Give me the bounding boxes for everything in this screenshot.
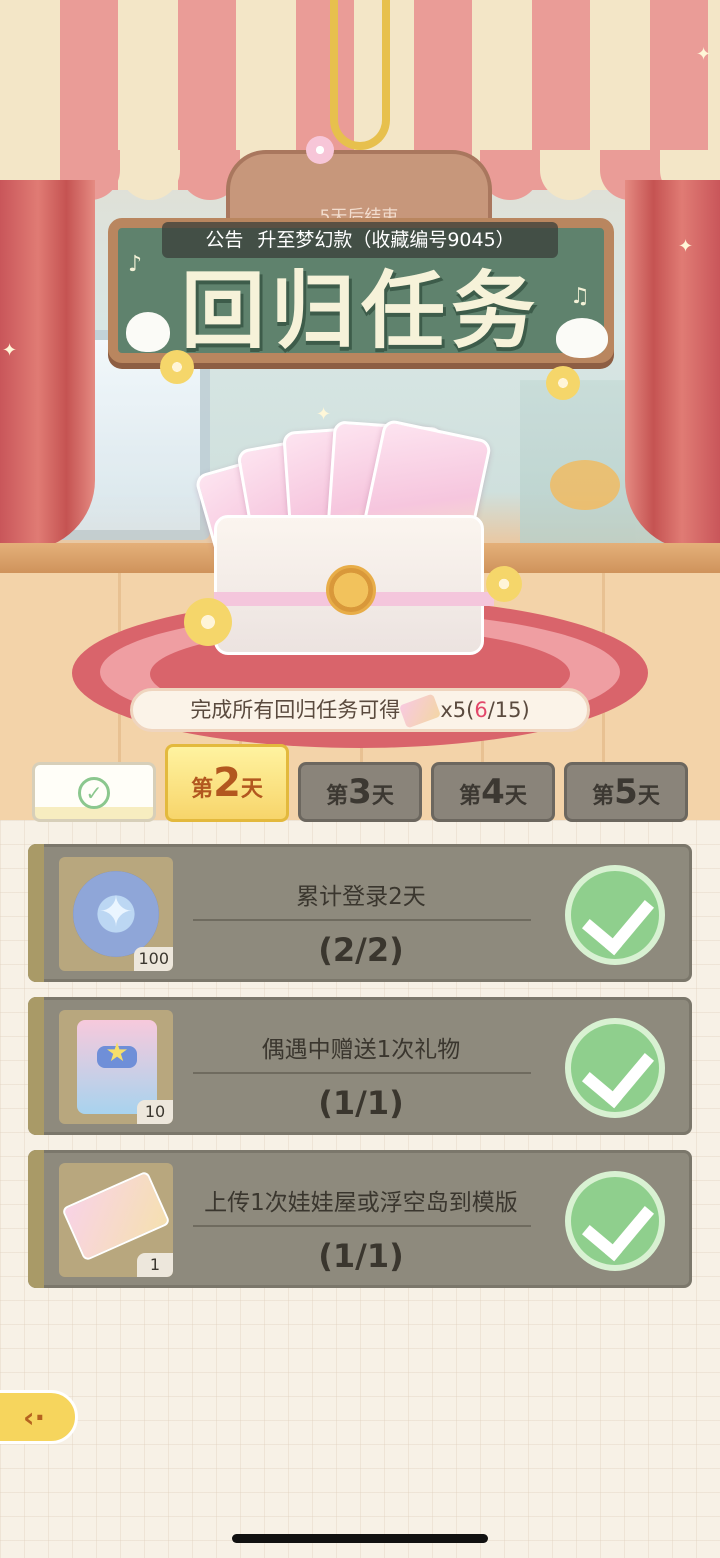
reward-summary: 完成所有回归任务可得 x5(6/15) — [130, 688, 590, 732]
tab-day-3[interactable]: 第3天 — [298, 762, 422, 822]
back-button[interactable]: ‹· — [0, 1390, 78, 1444]
completed-check-icon — [565, 1171, 665, 1271]
reward-text: 完成所有回归任务可得 — [190, 698, 401, 722]
star-icon: ★ — [105, 1038, 129, 1068]
curtain-right — [625, 180, 720, 550]
announcement-text: 升至梦幻款（收藏编号9045） — [257, 229, 515, 251]
tab-day-number: 3 — [348, 772, 372, 812]
task-row: ✦ 100 累计登录2天 (2/2) — [28, 844, 692, 982]
reward-quantity: 100 — [134, 947, 173, 971]
white-bird-icon — [126, 312, 170, 352]
star-coin-icon: ✦ — [73, 871, 159, 957]
reward-item[interactable]: ★ 10 — [59, 1010, 173, 1124]
tab-label-suffix: 天 — [240, 777, 263, 802]
tab-day-2[interactable]: 第2天 — [165, 744, 289, 822]
tab-label-suffix: 天 — [371, 784, 394, 809]
white-bird-icon — [556, 318, 608, 358]
task-progress: (1/1) — [318, 1084, 404, 1122]
sparkle-icon: ✦ — [678, 236, 694, 257]
task-row: 1 上传1次娃娃屋或浮空岛到模版 (1/1) — [28, 1150, 692, 1288]
tab-day-1[interactable]: ✓ — [32, 762, 156, 822]
flower-icon — [306, 136, 334, 164]
divider — [193, 1225, 531, 1227]
task-progress: (1/1) — [318, 1237, 404, 1275]
music-note-icon: ♫ — [570, 284, 590, 309]
reward-multiplier: x5 — [440, 698, 467, 722]
hanging-rope — [330, 0, 390, 150]
divider — [193, 1072, 531, 1074]
tab-day-number: 4 — [481, 772, 505, 812]
tab-label-prefix: 第 — [592, 784, 615, 809]
tab-label-prefix: 第 — [459, 784, 482, 809]
ticket-icon — [399, 693, 442, 729]
back-arrow-icon: ‹· — [23, 1401, 46, 1434]
tab-day-4[interactable]: 第4天 — [431, 762, 555, 822]
task-progress: (2/2) — [318, 931, 404, 969]
music-note-icon: ♪ — [128, 252, 143, 277]
tab-day-number: 2 — [213, 760, 241, 806]
reward-progress-current: 6 — [474, 698, 488, 722]
reward-item[interactable]: ✦ 100 — [59, 857, 173, 971]
home-indicator[interactable] — [232, 1534, 488, 1543]
task-title: 偶遇中赠送1次礼物 — [261, 1037, 461, 1063]
announcement-label: 公告 — [205, 229, 244, 251]
tab-label-prefix: 第 — [326, 784, 349, 809]
event-banner-scene: 5天后结束 回归任务 ♪ ♫ ✦ ✦ ✦ ✦ 公告 升至梦幻款（收藏编号9045）… — [0, 0, 720, 820]
announcement-bar: 公告 升至梦幻款（收藏编号9045） — [162, 222, 558, 258]
reward-quantity: 10 — [137, 1100, 173, 1124]
reward-quantity: 1 — [137, 1253, 173, 1277]
task-row: ★ 10 偶遇中赠送1次礼物 (1/1) — [28, 997, 692, 1135]
day-tabs: ✓ 第2天 第3天 第4天 第5天 — [32, 744, 692, 824]
awning-scallop — [120, 150, 180, 200]
completed-check-icon — [565, 1018, 665, 1118]
reward-progress-total: /15) — [487, 698, 530, 722]
flower-icon — [486, 566, 522, 602]
flower-icon — [546, 366, 580, 400]
page-title: 回归任务 — [180, 262, 541, 360]
wax-seal-icon — [326, 565, 376, 615]
completed-check-icon — [565, 865, 665, 965]
tab-label-prefix: 第 — [191, 777, 214, 802]
sparkle-icon: ✦ — [316, 404, 332, 425]
divider — [193, 919, 531, 921]
task-title: 上传1次娃娃屋或浮空岛到模版 — [204, 1190, 518, 1216]
ticket-icon — [61, 1170, 171, 1262]
flower-icon — [184, 598, 232, 646]
task-title: 累计登录2天 — [296, 884, 426, 910]
reward-item[interactable]: 1 — [59, 1163, 173, 1277]
curtain-left — [0, 180, 95, 550]
tab-label-suffix: 天 — [637, 784, 660, 809]
tab-day-5[interactable]: 第5天 — [564, 762, 688, 822]
tab-label-suffix: 天 — [504, 784, 527, 809]
flower-icon — [160, 350, 194, 384]
check-icon: ✓ — [78, 777, 110, 809]
sparkle-icon: ✦ — [2, 340, 18, 361]
sparkle-icon: ✦ — [696, 44, 712, 65]
tab-day-number: 5 — [614, 772, 638, 812]
bread-decoration — [550, 460, 620, 510]
awning-scallop — [540, 150, 600, 200]
